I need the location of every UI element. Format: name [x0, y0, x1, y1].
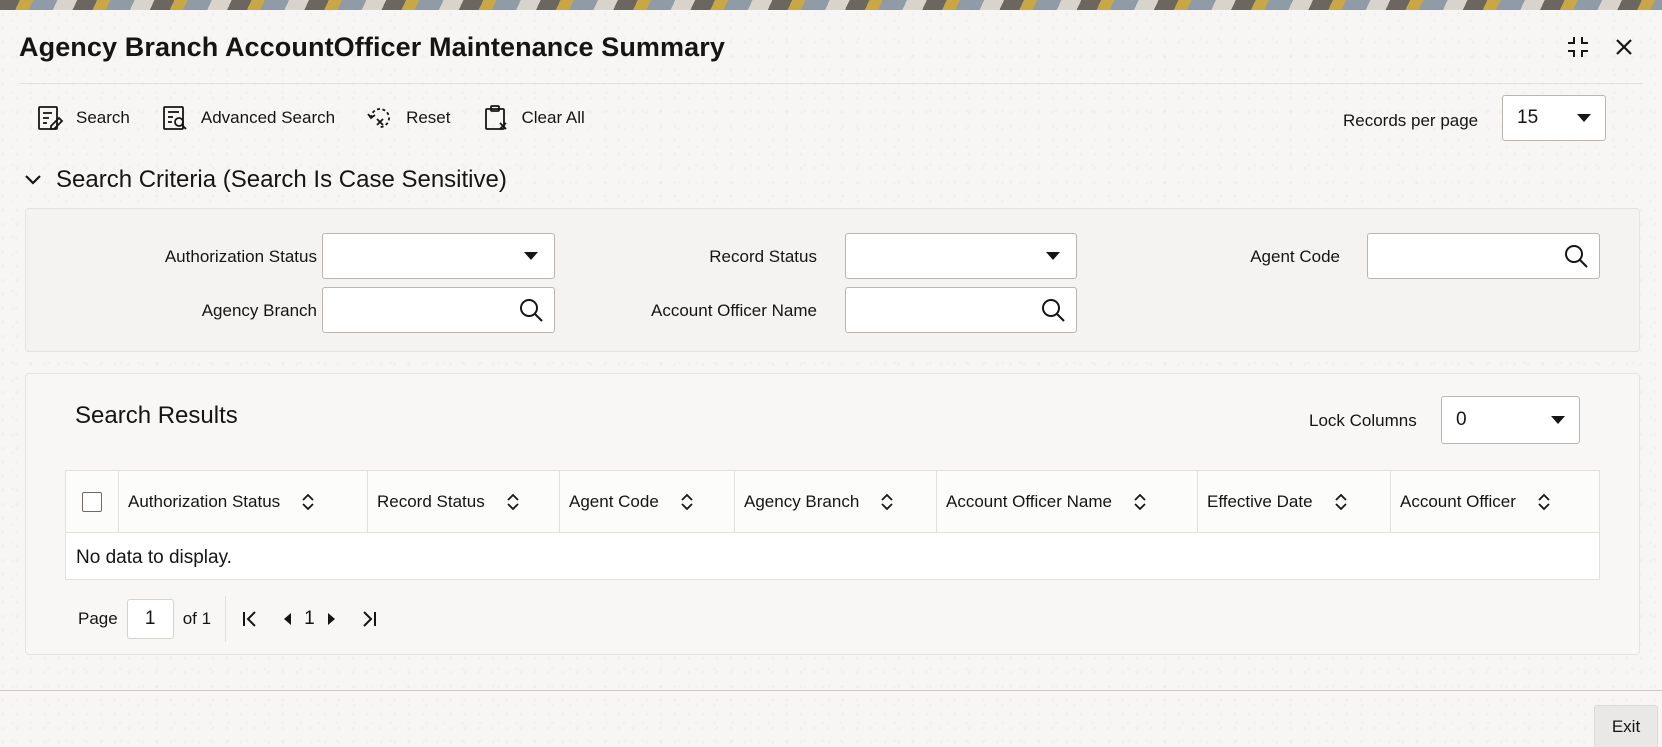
chevron-down-icon [1577, 114, 1591, 122]
column-header-label: Agent Code [569, 492, 659, 511]
close-icon [1616, 39, 1632, 55]
advanced-search-button[interactable]: Advanced Search [161, 97, 335, 139]
records-per-page-label: Records per page [1343, 111, 1479, 130]
column-header-authorization-status[interactable]: Authorization Status [119, 471, 368, 533]
footer-divider [0, 690, 1662, 691]
sort-icon [507, 493, 519, 511]
clear-all-button[interactable]: Clear All [482, 97, 585, 139]
page-number-input[interactable]: 1 [126, 599, 174, 639]
search-button[interactable]: Search [36, 97, 130, 139]
page-label: Page [78, 609, 118, 628]
reset-icon [367, 108, 390, 128]
column-header-label: Account Officer Name [946, 492, 1112, 511]
search-results-panel: Search Results Lock Columns 0 Authorizat… [25, 373, 1640, 655]
clear-all-button-label: Clear All [521, 108, 585, 127]
next-page-button[interactable] [321, 609, 341, 629]
column-header-effective-date[interactable]: Effective Date [1198, 471, 1391, 533]
search-icon[interactable] [518, 297, 544, 323]
caret-right-icon [327, 613, 335, 625]
agency-branch-input[interactable] [322, 287, 555, 333]
agency-branch-label: Agency Branch [201, 301, 317, 320]
column-header-account-officer-name[interactable]: Account Officer Name [937, 471, 1198, 533]
record-status-label: Record Status [709, 247, 817, 266]
previous-page-button[interactable] [278, 609, 298, 629]
agent-code-input[interactable] [1367, 233, 1600, 279]
records-per-page-select[interactable]: 15 [1502, 95, 1606, 141]
search-results-title: Search Results [75, 402, 238, 429]
search-icon[interactable] [1040, 297, 1066, 323]
search-list-icon [38, 106, 64, 130]
pagination: Page 1 of 1 1 [78, 596, 379, 642]
page-number-link[interactable]: 1 [304, 608, 315, 630]
column-header-record-status[interactable]: Record Status [368, 471, 560, 533]
account-officer-name-label: Account Officer Name [651, 301, 817, 320]
caret-left-icon [284, 613, 292, 625]
advanced-search-icon [162, 106, 187, 130]
lock-columns-select[interactable]: 0 [1441, 396, 1580, 444]
account-officer-name-input[interactable] [845, 287, 1077, 333]
page-title: Agency Branch AccountOfficer Maintenance… [19, 32, 725, 62]
chevron-down-icon [524, 252, 538, 260]
reset-button[interactable]: Reset [366, 97, 451, 139]
records-per-page-value: 15 [1517, 107, 1539, 128]
empty-table-message: No data to display. [76, 547, 232, 568]
agent-code-label: Agent Code [1250, 247, 1340, 266]
search-icon[interactable] [1563, 243, 1589, 269]
select-all-checkbox[interactable] [82, 492, 102, 512]
sort-icon [1538, 493, 1550, 511]
summary-window: Agency Branch AccountOfficer Maintenance… [0, 10, 1662, 747]
chevron-down-icon [1551, 416, 1565, 424]
search-criteria-panel: Authorization Status Record Status Agent… [25, 208, 1640, 352]
maximize-button[interactable] [1563, 32, 1593, 62]
first-page-button[interactable] [240, 609, 260, 629]
header-banner [0, 0, 1662, 10]
last-page-icon [362, 611, 376, 627]
lock-columns-label: Lock Columns [1309, 411, 1417, 430]
last-page-button[interactable] [359, 609, 379, 629]
title-divider [19, 83, 1643, 84]
column-header-agent-code[interactable]: Agent Code [560, 471, 735, 533]
sort-icon [302, 493, 314, 511]
column-header-label: Record Status [377, 492, 485, 511]
column-header-account-officer[interactable]: Account Officer [1391, 471, 1599, 533]
page-total-label: of 1 [182, 609, 212, 628]
current-page-value: 1 [144, 608, 156, 629]
search-button-label: Search [76, 108, 130, 127]
advanced-search-button-label: Advanced Search [200, 108, 336, 127]
reset-button-label: Reset [406, 108, 451, 127]
results-table: Authorization Status Record Status Agent… [65, 470, 1600, 580]
sort-icon [881, 493, 893, 511]
exit-button[interactable]: Exit [1594, 705, 1658, 747]
authorization-status-label: Authorization Status [164, 247, 317, 266]
column-header-label: Authorization Status [128, 492, 281, 511]
chevron-down-icon [25, 175, 41, 185]
sort-icon [1334, 493, 1347, 511]
sort-icon [681, 493, 693, 511]
authorization-status-select[interactable] [322, 233, 555, 279]
record-status-select[interactable] [845, 233, 1077, 279]
sort-icon [1134, 493, 1146, 511]
column-header-agency-branch[interactable]: Agency Branch [735, 471, 937, 533]
table-header: Authorization Status Record Status Agent… [66, 471, 1599, 533]
column-header-label: Agency Branch [744, 492, 860, 511]
clipboard-clear-icon [484, 105, 507, 130]
first-page-icon [243, 611, 256, 627]
pager-divider [225, 596, 227, 642]
toolbar: Search Advanced Search Reset Clear All [36, 97, 616, 139]
maximize-icon [1568, 37, 1588, 57]
chevron-down-icon [1046, 252, 1060, 260]
search-criteria-title: Search Criteria (Search Is Case Sensitiv… [56, 166, 507, 193]
search-criteria-toggle[interactable]: Search Criteria (Search Is Case Sensitiv… [22, 166, 507, 194]
lock-columns-value: 0 [1456, 409, 1467, 430]
column-header-label: Account Officer [1400, 492, 1516, 511]
select-all-cell [66, 471, 119, 533]
column-header-label: Effective Date [1207, 492, 1313, 511]
close-button[interactable] [1609, 32, 1639, 62]
